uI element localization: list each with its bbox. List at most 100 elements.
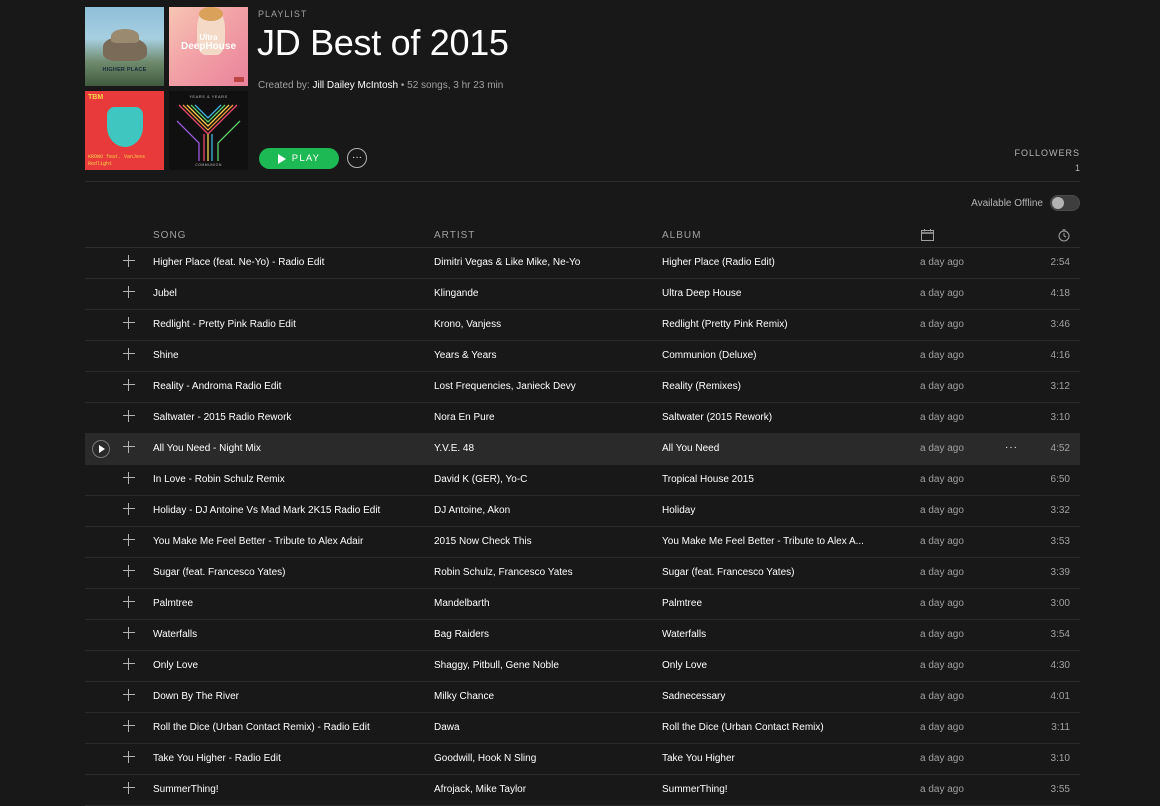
track-album[interactable]: Roll the Dice (Urban Contact Remix)	[662, 722, 882, 733]
track-row[interactable]: Reality - Androma Radio Edit Lost Frequen…	[85, 372, 1080, 403]
track-row[interactable]: You Make Me Feel Better - Tribute to Ale…	[85, 527, 1080, 558]
column-header-album[interactable]: ALBUM	[662, 230, 701, 241]
track-row[interactable]: Shine Years & Years Communion (Deluxe) a da…	[85, 341, 1080, 372]
track-row[interactable]: Holiday - DJ Antoine Vs Mad Mark 2K15 Ra…	[85, 496, 1080, 527]
add-track-icon[interactable]	[123, 658, 135, 670]
track-row[interactable]: Higher Place (feat. Ne-Yo) - Radio Edit D…	[85, 248, 1080, 279]
track-album[interactable]: Waterfalls	[662, 629, 882, 640]
track-album[interactable]: Redlight (Pretty Pink Remix)	[662, 319, 882, 330]
track-title[interactable]: Palmtree	[153, 598, 418, 609]
track-artist[interactable]: Klingande	[434, 288, 644, 299]
track-title[interactable]: Holiday - DJ Antoine Vs Mad Mark 2K15 Ra…	[153, 505, 418, 516]
column-header-duration[interactable]	[1058, 229, 1070, 245]
track-album[interactable]: Palmtree	[662, 598, 882, 609]
track-artist[interactable]: Mandelbarth	[434, 598, 644, 609]
track-title[interactable]: Higher Place (feat. Ne-Yo) - Radio Edit	[153, 257, 418, 268]
track-title[interactable]: Sugar (feat. Francesco Yates)	[153, 567, 418, 578]
track-title[interactable]: Saltwater - 2015 Radio Rework	[153, 412, 418, 423]
track-title[interactable]: Roll the Dice (Urban Contact Remix) - Ra…	[153, 722, 418, 733]
add-track-icon[interactable]	[123, 751, 135, 763]
track-title[interactable]: Take You Higher - Radio Edit	[153, 753, 418, 764]
track-album[interactable]: Saltwater (2015 Rework)	[662, 412, 882, 423]
track-album[interactable]: Sadnecessary	[662, 691, 882, 702]
track-artist[interactable]: Dimitri Vegas & Like Mike, Ne-Yo	[434, 257, 644, 268]
track-row[interactable]: Take You Higher - Radio Edit Goodwill, Ho…	[85, 744, 1080, 775]
add-track-icon[interactable]	[123, 565, 135, 577]
track-album[interactable]: Take You Higher	[662, 753, 882, 764]
track-title[interactable]: Only Love	[153, 660, 418, 671]
track-album[interactable]: SummerThing!	[662, 784, 882, 795]
add-track-icon[interactable]	[123, 503, 135, 515]
track-artist[interactable]: Krono, Vanjess	[434, 319, 644, 330]
track-row[interactable]: Roll the Dice (Urban Contact Remix) - Ra…	[85, 713, 1080, 744]
track-album[interactable]: All You Need	[662, 443, 882, 454]
track-album[interactable]: Communion (Deluxe)	[662, 350, 882, 361]
track-artist[interactable]: Nora En Pure	[434, 412, 644, 423]
track-title[interactable]: Waterfalls	[153, 629, 418, 640]
track-album[interactable]: Sugar (feat. Francesco Yates)	[662, 567, 882, 578]
add-track-icon[interactable]	[123, 782, 135, 794]
track-row[interactable]: In Love - Robin Schulz Remix David K (GER…	[85, 465, 1080, 496]
track-row[interactable]: Saltwater - 2015 Radio Rework Nora En Pur…	[85, 403, 1080, 434]
track-row[interactable]: All You Need - Night Mix Y.V.E. 48 All You…	[85, 434, 1080, 465]
track-row[interactable]: Sugar (feat. Francesco Yates) Robin Schul…	[85, 558, 1080, 589]
track-row[interactable]: Redlight - Pretty Pink Radio Edit Krono, …	[85, 310, 1080, 341]
more-options-button[interactable]: ···	[347, 148, 367, 168]
track-artist[interactable]: Y.V.E. 48	[434, 443, 644, 454]
add-track-icon[interactable]	[123, 720, 135, 732]
track-artist[interactable]: Milky Chance	[434, 691, 644, 702]
track-album[interactable]: Holiday	[662, 505, 882, 516]
track-artist[interactable]: Afrojack, Mike Taylor	[434, 784, 644, 795]
add-track-icon[interactable]	[123, 472, 135, 484]
track-album[interactable]: Only Love	[662, 660, 882, 671]
track-artist[interactable]: DJ Antoine, Akon	[434, 505, 644, 516]
add-track-icon[interactable]	[123, 286, 135, 298]
track-artist[interactable]: Bag Raiders	[434, 629, 644, 640]
track-title[interactable]: Redlight - Pretty Pink Radio Edit	[153, 319, 418, 330]
track-row[interactable]: Waterfalls Bag Raiders Waterfalls a day ago…	[85, 620, 1080, 651]
add-track-icon[interactable]	[123, 596, 135, 608]
add-track-icon[interactable]	[123, 379, 135, 391]
track-row[interactable]: Only Love Shaggy, Pitbull, Gene Noble Only…	[85, 651, 1080, 682]
track-artist[interactable]: Lost Frequencies, Janieck Devy	[434, 381, 644, 392]
track-artist[interactable]: 2015 Now Check This	[434, 536, 644, 547]
track-artist[interactable]: Shaggy, Pitbull, Gene Noble	[434, 660, 644, 671]
track-title[interactable]: SummerThing!	[153, 784, 418, 795]
track-artist[interactable]: David K (GER), Yo-C	[434, 474, 644, 485]
track-album[interactable]: Reality (Remixes)	[662, 381, 882, 392]
add-track-icon[interactable]	[123, 534, 135, 546]
track-album[interactable]: Tropical House 2015	[662, 474, 882, 485]
add-track-icon[interactable]	[123, 410, 135, 422]
track-title[interactable]: Reality - Androma Radio Edit	[153, 381, 418, 392]
track-title[interactable]: In Love - Robin Schulz Remix	[153, 474, 418, 485]
creator-link[interactable]: Jill Dailey McIntosh	[312, 80, 398, 91]
track-title[interactable]: Down By The River	[153, 691, 418, 702]
track-more-icon[interactable]: ···	[1005, 442, 1018, 453]
track-album[interactable]: You Make Me Feel Better - Tribute to Ale…	[662, 536, 882, 547]
track-title[interactable]: You Make Me Feel Better - Tribute to Ale…	[153, 536, 418, 547]
playlist-cover-mosaic[interactable]: HIGHER PLACE Ultra DeepHouse TBM KRONO f…	[85, 7, 248, 170]
track-title[interactable]: Jubel	[153, 288, 418, 299]
track-row[interactable]: Palmtree Mandelbarth Palmtree a day ago 3:00	[85, 589, 1080, 620]
add-track-icon[interactable]	[123, 441, 135, 453]
add-track-icon[interactable]	[123, 689, 135, 701]
track-row[interactable]: Jubel Klingande Ultra Deep House a day ago 4…	[85, 279, 1080, 310]
track-artist[interactable]: Goodwill, Hook N Sling	[434, 753, 644, 764]
play-button[interactable]: PLAY	[259, 148, 339, 169]
track-artist[interactable]: Robin Schulz, Francesco Yates	[434, 567, 644, 578]
track-album[interactable]: Ultra Deep House	[662, 288, 882, 299]
add-track-icon[interactable]	[123, 317, 135, 329]
add-track-icon[interactable]	[123, 627, 135, 639]
column-header-date-added[interactable]	[921, 229, 934, 244]
column-header-song[interactable]: SONG	[153, 230, 186, 241]
track-album[interactable]: Higher Place (Radio Edit)	[662, 257, 882, 268]
column-header-artist[interactable]: ARTIST	[434, 230, 475, 241]
track-artist[interactable]: Years & Years	[434, 350, 644, 361]
play-track-icon[interactable]	[92, 440, 110, 458]
available-offline-toggle[interactable]	[1050, 195, 1080, 211]
track-row[interactable]: Down By The River Milky Chance Sadnecessar…	[85, 682, 1080, 713]
track-title[interactable]: Shine	[153, 350, 418, 361]
add-track-icon[interactable]	[123, 348, 135, 360]
track-row[interactable]: SummerThing! Afrojack, Mike Taylor SummerT…	[85, 775, 1080, 806]
track-title[interactable]: All You Need - Night Mix	[153, 443, 418, 454]
